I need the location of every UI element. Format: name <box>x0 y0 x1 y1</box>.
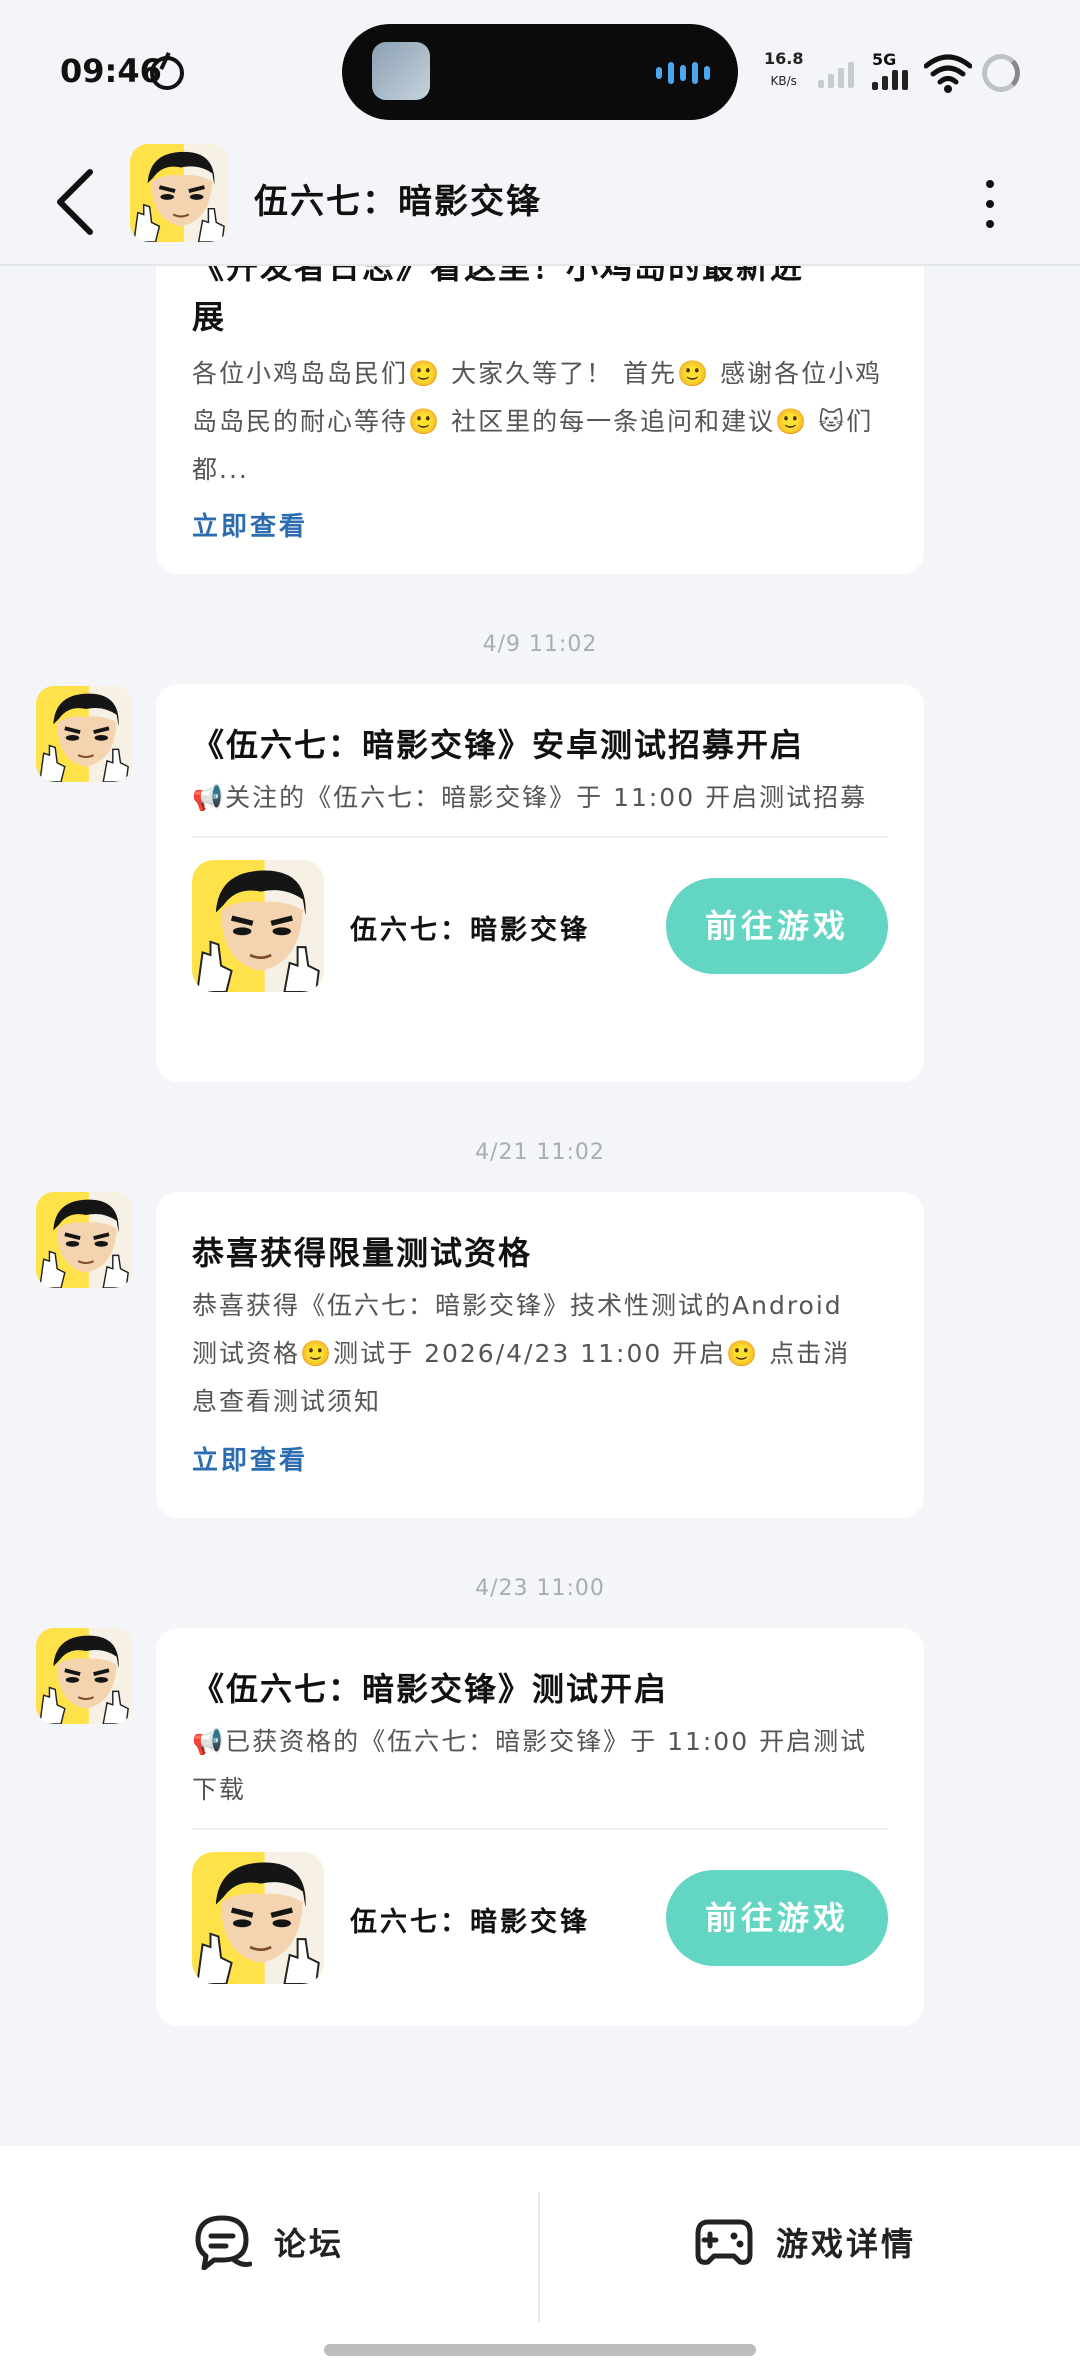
game-icon[interactable] <box>192 1852 324 1984</box>
view-now-link[interactable]: 立即查看 <box>192 1440 888 1477</box>
signal-weak-icon <box>818 62 854 88</box>
more-options-icon[interactable] <box>970 162 1010 242</box>
battery-icon <box>982 54 1020 92</box>
game-entry: 伍六七：暗影交锋 前往游戏 <box>192 1830 888 2020</box>
message-timestamp: 4/9 11:02 <box>482 632 598 657</box>
activity-ring-icon <box>150 56 184 90</box>
network-speed: 16.8 KB/s <box>764 48 803 92</box>
message-title: 《伍六七：暗影交锋》测试开启 <box>192 1670 669 1708</box>
chat-header: 伍六七：暗影交锋 <box>0 140 1080 266</box>
message-body: 各位小鸡岛岛民们🙂 大家久等了！ 首先🙂 感谢各位小鸡岛岛民的耐心等待🙂 社区里… <box>192 359 883 484</box>
game-details-button[interactable]: 游戏详情 <box>694 2202 916 2282</box>
message-body: 恭喜获得《伍六七：暗影交锋》技术性测试的Android测试资格🙂测试于 2026… <box>192 1291 851 1416</box>
message-body: 📢已获资格的《伍六七：暗影交锋》于 11:00 开启测试下载 <box>192 1727 868 1804</box>
message-timestamp: 4/21 11:02 <box>475 1140 605 1165</box>
message-card[interactable]: 《伍六七：暗影交锋》安卓测试招募开启 📢关注的《伍六七：暗影交锋》于 11:00… <box>156 684 924 1082</box>
game-name: 伍六七：暗影交锋 <box>350 1907 590 1938</box>
bottom-bar: 论坛 游戏详情 <box>0 2146 1080 2376</box>
back-arrow-icon[interactable] <box>50 166 100 238</box>
sender-avatar[interactable] <box>36 1192 132 1288</box>
media-thumbnail <box>372 42 430 100</box>
message-body: 📢关注的《伍六七：暗影交锋》于 11:00 开启测试招募 <box>192 783 868 812</box>
message-card[interactable]: 恭喜获得限量测试资格 恭喜获得《伍六七：暗影交锋》技术性测试的Android测试… <box>156 1192 924 1518</box>
go-to-game-button[interactable]: 前往游戏 <box>666 878 888 974</box>
sender-avatar[interactable] <box>36 1628 132 1724</box>
game-name: 伍六七：暗影交锋 <box>350 915 590 946</box>
message-title: 恭喜获得限量测试资格 <box>192 1234 533 1272</box>
home-indicator[interactable] <box>324 2344 756 2356</box>
message-title-cont: 展 <box>192 298 227 336</box>
go-to-game-button[interactable]: 前往游戏 <box>666 1870 888 1966</box>
network-speed-value: 16.8 <box>764 49 804 68</box>
forum-button[interactable]: 论坛 <box>194 2202 344 2282</box>
signal-strong-icon <box>872 70 908 90</box>
sender-avatar[interactable] <box>36 686 132 782</box>
header-avatar[interactable] <box>130 144 228 242</box>
audio-wave-icon <box>656 62 710 84</box>
wifi-icon <box>924 54 972 93</box>
dynamic-island[interactable] <box>342 24 738 120</box>
status-bar: 09:46 16.8 KB/s 5G <box>0 0 1080 140</box>
view-now-link[interactable]: 立即查看 <box>192 506 888 543</box>
game-entry: 伍六七：暗影交锋 前往游戏 <box>192 838 888 1028</box>
forum-chat-icon <box>195 2215 252 2270</box>
bottom-bar-divider <box>538 2192 540 2322</box>
forum-label: 论坛 <box>274 2225 345 2263</box>
message-title: 《伍六七：暗影交锋》安卓测试招募开启 <box>192 726 805 764</box>
gamepad-icon <box>695 2219 753 2265</box>
message-card[interactable]: 《开发者日志》看这里！小鸡岛的最新进 展 各位小鸡岛岛民们🙂 大家久等了！ 首先… <box>156 266 924 574</box>
message-card[interactable]: 《伍六七：暗影交锋》测试开启 📢已获资格的《伍六七：暗影交锋》于 11:00 开… <box>156 1628 924 2026</box>
game-icon[interactable] <box>192 860 324 992</box>
status-time: 09:46 <box>60 52 162 90</box>
game-details-label: 游戏详情 <box>776 2225 917 2263</box>
network-speed-unit: KB/s <box>770 74 797 88</box>
message-timestamp: 4/23 11:00 <box>475 1576 605 1601</box>
page-title: 伍六七：暗影交锋 <box>254 182 542 222</box>
network-type: 5G <box>872 50 897 69</box>
message-title: 《开发者日志》看这里！小鸡岛的最新进 <box>192 266 805 286</box>
message-list[interactable]: 《开发者日志》看这里！小鸡岛的最新进 展 各位小鸡岛岛民们🙂 大家久等了！ 首先… <box>0 266 1080 2146</box>
